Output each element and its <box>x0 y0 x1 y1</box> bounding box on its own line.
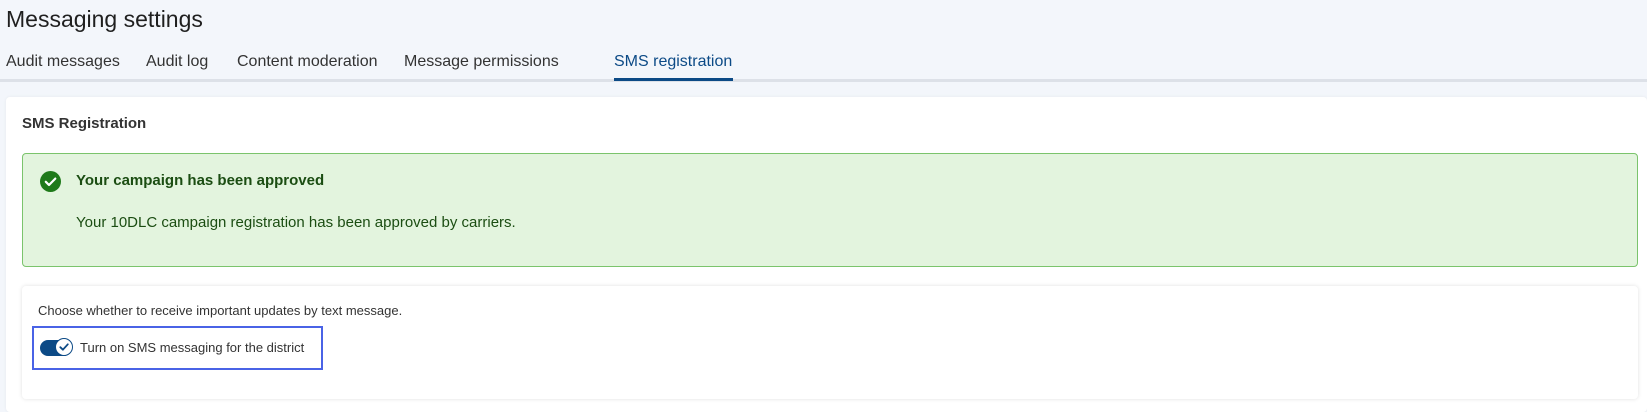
card-title: SMS Registration <box>22 115 147 132</box>
alert-title: Your campaign has been approved <box>76 172 325 189</box>
active-tab-indicator <box>614 78 733 81</box>
sms-description: Choose whether to receive important upda… <box>38 303 403 318</box>
sms-toggle-label: Turn on SMS messaging for the district <box>80 340 305 355</box>
sms-settings-panel: Choose whether to receive important upda… <box>22 286 1638 399</box>
sms-registration-card: SMS Registration Your campaign has been … <box>6 97 1647 412</box>
toggle-knob <box>55 338 73 356</box>
tab-sms-registration[interactable]: SMS registration <box>614 52 732 72</box>
tab-audit-messages[interactable]: Audit messages <box>6 52 120 72</box>
tab-content-moderation[interactable]: Content moderation <box>237 52 378 72</box>
check-circle-icon <box>40 171 61 192</box>
sms-toggle-row[interactable]: Turn on SMS messaging for the district <box>32 326 323 370</box>
page-title: Messaging settings <box>6 6 203 32</box>
tab-message-permissions[interactable]: Message permissions <box>404 52 559 72</box>
sms-toggle-switch[interactable] <box>40 338 73 356</box>
checkmark-icon <box>59 343 69 351</box>
messaging-settings-page: Messaging settings Audit messages Audit … <box>0 0 1647 412</box>
alert-body: Your 10DLC campaign registration has bee… <box>76 214 516 231</box>
success-alert: Your campaign has been approved Your 10D… <box>22 153 1638 267</box>
tab-bar: Audit messages Audit log Content moderat… <box>0 48 1647 82</box>
tab-audit-log[interactable]: Audit log <box>146 52 208 72</box>
